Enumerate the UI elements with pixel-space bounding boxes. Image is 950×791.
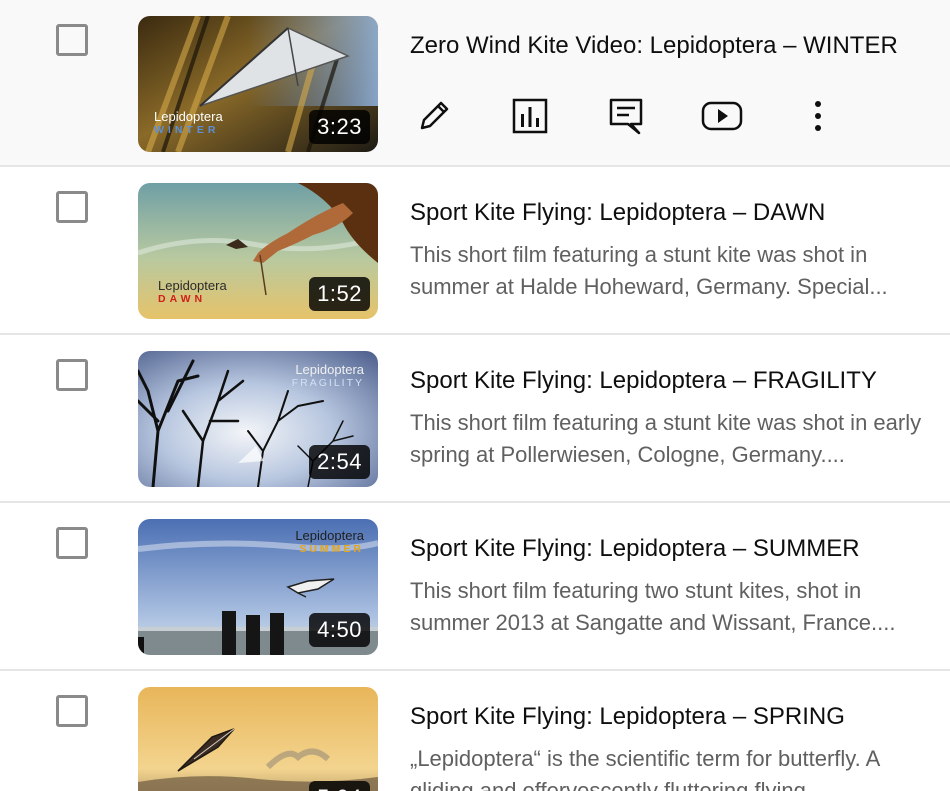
video-title[interactable]: Sport Kite Flying: Lepidoptera – SPRING xyxy=(410,703,940,731)
video-title[interactable]: Sport Kite Flying: Lepidoptera – SUMMER xyxy=(410,535,940,563)
video-title[interactable]: Sport Kite Flying: Lepidoptera – DAWN xyxy=(410,199,940,227)
spring-thumbnail-image xyxy=(138,687,378,791)
analytics-icon xyxy=(512,98,548,134)
thumbnail-subcaption: SUMMER xyxy=(299,543,364,555)
duration-badge: 3:23 xyxy=(309,110,370,144)
video-row-fragility[interactable]: Lepidoptera FRAGILITY 2:54 Sport Kite Fl… xyxy=(0,335,950,503)
thumbnail-caption: Lepidoptera xyxy=(295,362,364,377)
select-checkbox[interactable] xyxy=(56,527,88,559)
video-row-spring[interactable]: 5:04 Sport Kite Flying: Lepidoptera – SP… xyxy=(0,671,950,791)
thumbnail-subcaption: WINTER xyxy=(154,124,220,136)
youtube-play-icon xyxy=(701,101,743,131)
video-thumbnail[interactable]: Lepidoptera SUMMER 4:50 xyxy=(138,519,378,655)
more-vert-icon xyxy=(815,101,821,131)
video-thumbnail[interactable]: 5:04 xyxy=(138,687,378,791)
video-description: „Lepidoptera“ is the scientific term for… xyxy=(410,746,880,791)
more-options-button[interactable] xyxy=(794,92,842,140)
duration-badge: 4:50 xyxy=(309,613,370,647)
video-row-winter[interactable]: Lepidoptera WINTER 3:23 Zero Wind Kite V… xyxy=(0,0,950,167)
view-on-youtube-button[interactable] xyxy=(698,92,746,140)
duration-badge: 2:54 xyxy=(309,445,370,479)
video-thumbnail[interactable]: Lepidoptera DAWN 1:52 xyxy=(138,183,378,319)
video-thumbnail[interactable]: Lepidoptera FRAGILITY 2:54 xyxy=(138,351,378,487)
select-checkbox[interactable] xyxy=(56,695,88,727)
select-checkbox[interactable] xyxy=(56,191,88,223)
video-description: This short film featuring two stunt kite… xyxy=(410,578,896,635)
duration-badge: 1:52 xyxy=(309,277,370,311)
row-actions xyxy=(410,92,840,140)
thumbnail-subcaption: FRAGILITY xyxy=(291,377,364,389)
video-description: This short film featuring a stunt kite w… xyxy=(410,242,888,299)
thumbnail-caption: Lepidoptera xyxy=(158,278,227,293)
comments-button[interactable] xyxy=(602,92,650,140)
video-list: Lepidoptera WINTER 3:23 Zero Wind Kite V… xyxy=(0,0,950,791)
thumbnail-subcaption: DAWN xyxy=(158,293,207,305)
video-row-summer[interactable]: Lepidoptera SUMMER 4:50 Sport Kite Flyin… xyxy=(0,503,950,671)
thumbnail-caption: Lepidoptera xyxy=(295,528,364,543)
edit-button[interactable] xyxy=(410,92,458,140)
pencil-icon xyxy=(420,101,449,130)
video-thumbnail[interactable]: Lepidoptera WINTER 3:23 xyxy=(138,16,378,152)
comments-icon xyxy=(609,98,643,135)
video-title[interactable]: Zero Wind Kite Video: Lepidoptera – WINT… xyxy=(410,32,940,60)
select-checkbox[interactable] xyxy=(56,359,88,391)
video-row-dawn[interactable]: Lepidoptera DAWN 1:52 Sport Kite Flying:… xyxy=(0,167,950,335)
video-description: This short film featuring a stunt kite w… xyxy=(410,410,922,467)
analytics-button[interactable] xyxy=(506,92,554,140)
thumbnail-caption: Lepidoptera xyxy=(154,109,223,124)
select-checkbox[interactable] xyxy=(56,24,88,56)
video-title[interactable]: Sport Kite Flying: Lepidoptera – FRAGILI… xyxy=(410,367,940,395)
